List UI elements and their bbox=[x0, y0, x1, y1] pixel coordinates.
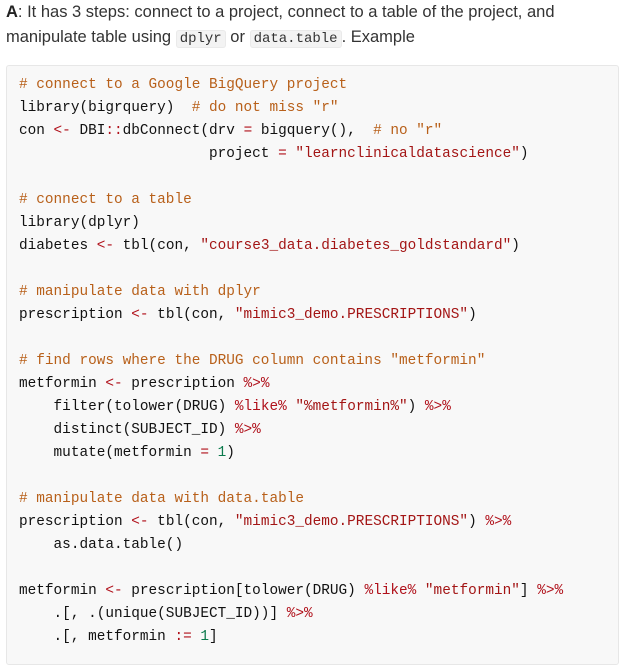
code-text: .[, .(unique(SUBJECT_ID))] bbox=[19, 606, 287, 622]
code-line: .[, .(unique(SUBJECT_ID))] %>% bbox=[19, 603, 606, 626]
code-text: con bbox=[19, 123, 54, 139]
code-operator: %>% bbox=[243, 376, 270, 392]
code-comment: # manipulate data with dplyr bbox=[19, 284, 261, 300]
code-text: .[, metformin bbox=[19, 629, 175, 645]
code-line: .[, metformin := 1] bbox=[19, 626, 606, 649]
inline-code-datatable: data.table bbox=[249, 30, 342, 48]
code-line: metformin <- prescription %>% bbox=[19, 373, 606, 396]
code-operator: %>% bbox=[485, 514, 512, 530]
code-text: ] bbox=[519, 583, 538, 599]
code-text: ) bbox=[226, 445, 235, 461]
code-operator: %>% bbox=[234, 422, 261, 438]
code-operator: <- bbox=[53, 123, 71, 139]
code-line: library(bigrquery) # do not miss "r" bbox=[19, 97, 606, 120]
code-text: ) bbox=[511, 238, 520, 254]
code-line: prescription <- tbl(con, "mimic3_demo.PR… bbox=[19, 511, 606, 534]
code-operator: <- bbox=[96, 238, 115, 254]
code-text: project bbox=[19, 146, 279, 162]
code-operator: <- bbox=[105, 583, 123, 599]
code-operator: = bbox=[243, 123, 253, 139]
code-text: dbConnect(drv bbox=[122, 123, 244, 139]
inline-code-dplyr: dplyr bbox=[175, 30, 226, 48]
code-text: library(bigrquery) bbox=[19, 100, 192, 116]
answer-paragraph: A: It has 3 steps: connect to a project,… bbox=[6, 0, 616, 52]
code-text: ) bbox=[468, 514, 486, 530]
code-line: project = "learnclinicaldatascience") bbox=[19, 143, 606, 166]
code-line: # find rows where the DRUG column contai… bbox=[19, 350, 606, 373]
answer-text: . Example bbox=[341, 28, 415, 46]
code-operator: = bbox=[278, 146, 287, 162]
code-operator: %>% bbox=[424, 399, 451, 415]
code-operator: := bbox=[174, 629, 192, 645]
code-comment: # find rows where the DRUG column contai… bbox=[19, 353, 486, 369]
code-operator: %>% bbox=[286, 606, 313, 622]
code-line: # manipulate data with dplyr bbox=[19, 281, 606, 304]
code-text: prescription[tolower(DRUG) bbox=[122, 583, 365, 599]
code-line: diabetes <- tbl(con, "course3_data.diabe… bbox=[19, 235, 606, 258]
answer-label: A bbox=[6, 3, 18, 21]
code-text: metformin bbox=[19, 583, 106, 599]
code-line: prescription <- tbl(con, "mimic3_demo.PR… bbox=[19, 304, 606, 327]
code-text: ) bbox=[519, 146, 529, 162]
code-comment: # connect to a Google BigQuery project bbox=[19, 77, 348, 93]
code-comment: # do not miss "r" bbox=[191, 100, 339, 116]
code-operator: <- bbox=[105, 376, 123, 392]
code-text: tbl(con, bbox=[114, 238, 201, 254]
code-operator: = bbox=[200, 445, 209, 461]
code-number: 1 bbox=[200, 629, 210, 645]
code-line: mutate(metformin = 1) bbox=[19, 442, 606, 465]
code-block: # connect to a Google BigQuery project li… bbox=[6, 65, 619, 665]
code-text: prescription bbox=[19, 307, 132, 323]
code-comment: # no "r" bbox=[373, 123, 443, 139]
code-string: "mimic3_demo.PRESCRIPTIONS" bbox=[234, 514, 469, 530]
code-operator: <- bbox=[131, 307, 149, 323]
code-text: ) bbox=[468, 307, 477, 323]
code-text: DBI bbox=[70, 123, 106, 139]
code-line: as.data.table() bbox=[19, 534, 606, 557]
code-operator: %>% bbox=[537, 583, 564, 599]
code-comment: # connect to a table bbox=[19, 192, 192, 208]
code-text: tbl(con, bbox=[148, 514, 235, 530]
code-operator: %like% bbox=[364, 583, 417, 599]
code-text: distinct(SUBJECT_ID) bbox=[19, 422, 235, 438]
code-string: "metformin" bbox=[424, 583, 520, 599]
code-text: ] bbox=[209, 629, 218, 645]
code-line: # manipulate data with data.table bbox=[19, 488, 606, 511]
code-string: "%metformin%" bbox=[295, 399, 408, 415]
code-string: "learnclinicaldatascience" bbox=[295, 146, 520, 162]
code-line: # connect to a Google BigQuery project bbox=[19, 74, 606, 97]
code-text: as.data.table() bbox=[19, 537, 184, 553]
code-number: 1 bbox=[217, 445, 227, 461]
code-text: library(dplyr) bbox=[19, 215, 140, 231]
code-line: # connect to a table bbox=[19, 189, 606, 212]
code-operator: %like% bbox=[234, 399, 287, 415]
answer-text: or bbox=[225, 28, 250, 46]
code-text: filter(tolower(DRUG) bbox=[19, 399, 235, 415]
code-comment: # manipulate data with data.table bbox=[19, 491, 304, 507]
code-text: bigquery(), bbox=[252, 123, 374, 139]
code-operator: :: bbox=[105, 123, 123, 139]
code-text: metformin bbox=[19, 376, 106, 392]
code-line: con <- DBI::dbConnect(drv = bigquery(), … bbox=[19, 120, 606, 143]
code-text: tbl(con, bbox=[148, 307, 235, 323]
code-string: "course3_data.diabetes_goldstandard" bbox=[200, 238, 512, 254]
code-line: metformin <- prescription[tolower(DRUG) … bbox=[19, 580, 606, 603]
code-line: distinct(SUBJECT_ID) %>% bbox=[19, 419, 606, 442]
code-text: prescription bbox=[122, 376, 244, 392]
code-text: diabetes bbox=[19, 238, 97, 254]
code-string: "mimic3_demo.PRESCRIPTIONS" bbox=[234, 307, 469, 323]
code-line: library(dplyr) bbox=[19, 212, 606, 235]
code-line: filter(tolower(DRUG) %like% "%metformin%… bbox=[19, 396, 606, 419]
code-text: prescription bbox=[19, 514, 132, 530]
code-operator: <- bbox=[131, 514, 149, 530]
code-text: ) bbox=[407, 399, 425, 415]
code-text: mutate(metformin bbox=[19, 445, 201, 461]
